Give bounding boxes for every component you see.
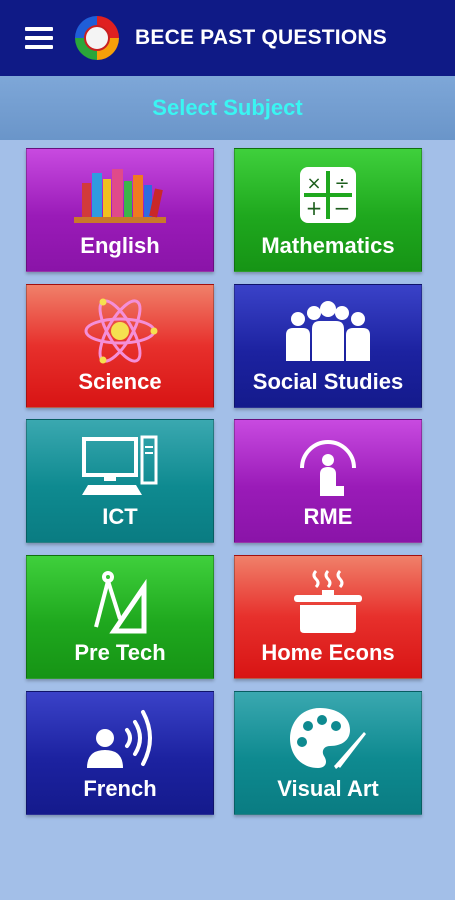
subject-label: ICT: [102, 504, 138, 529]
subject-header-text: Select Subject: [152, 95, 303, 120]
subject-label: Science: [78, 369, 162, 394]
subject-tile-ict[interactable]: ICT: [26, 419, 214, 543]
svg-text:×: ×: [306, 173, 321, 194]
subject-label: French: [83, 776, 157, 801]
subject-header: Select Subject: [0, 76, 455, 140]
books-icon: [72, 163, 168, 227]
subject-tile-visual-art[interactable]: Visual Art: [234, 691, 422, 815]
speaking-person-icon: [83, 706, 157, 770]
calculator-icon: × ÷ + −: [298, 163, 358, 227]
subject-tile-english[interactable]: English: [26, 148, 214, 272]
subject-tile-rme[interactable]: RME: [234, 419, 422, 543]
subject-tile-home-econs[interactable]: Home Econs: [234, 555, 422, 679]
drafting-tools-icon: [88, 570, 152, 634]
subject-label: English: [80, 233, 160, 258]
app-bar: BECE PAST QUESTIONS: [0, 0, 455, 76]
svg-text:+: +: [306, 196, 323, 220]
computer-icon: [80, 434, 160, 498]
subject-tile-mathematics[interactable]: × ÷ + − Mathematics: [234, 148, 422, 272]
subject-tile-pre-tech[interactable]: Pre Tech: [26, 555, 214, 679]
subject-label: Mathematics: [261, 233, 395, 258]
subject-tile-science[interactable]: Science: [26, 284, 214, 408]
subject-label: Social Studies: [252, 369, 404, 394]
subject-tile-social-studies[interactable]: Social Studies: [234, 284, 422, 408]
subject-label: Home Econs: [261, 640, 395, 665]
subject-label: Visual Art: [277, 776, 379, 801]
cooking-pot-icon: [290, 569, 366, 634]
subject-tile-french[interactable]: French: [26, 691, 214, 815]
people-group-icon: [280, 299, 376, 363]
menu-icon[interactable]: [25, 27, 53, 49]
atom-icon: [80, 298, 160, 364]
svg-text:−: −: [334, 196, 351, 220]
subject-label: RME: [303, 504, 353, 529]
prayer-icon: [296, 434, 360, 498]
app-title: BECE PAST QUESTIONS: [135, 26, 387, 49]
palette-icon: [288, 706, 368, 770]
app-logo-icon: [75, 16, 119, 60]
subject-label: Pre Tech: [74, 640, 166, 665]
svg-text:÷: ÷: [334, 173, 349, 194]
